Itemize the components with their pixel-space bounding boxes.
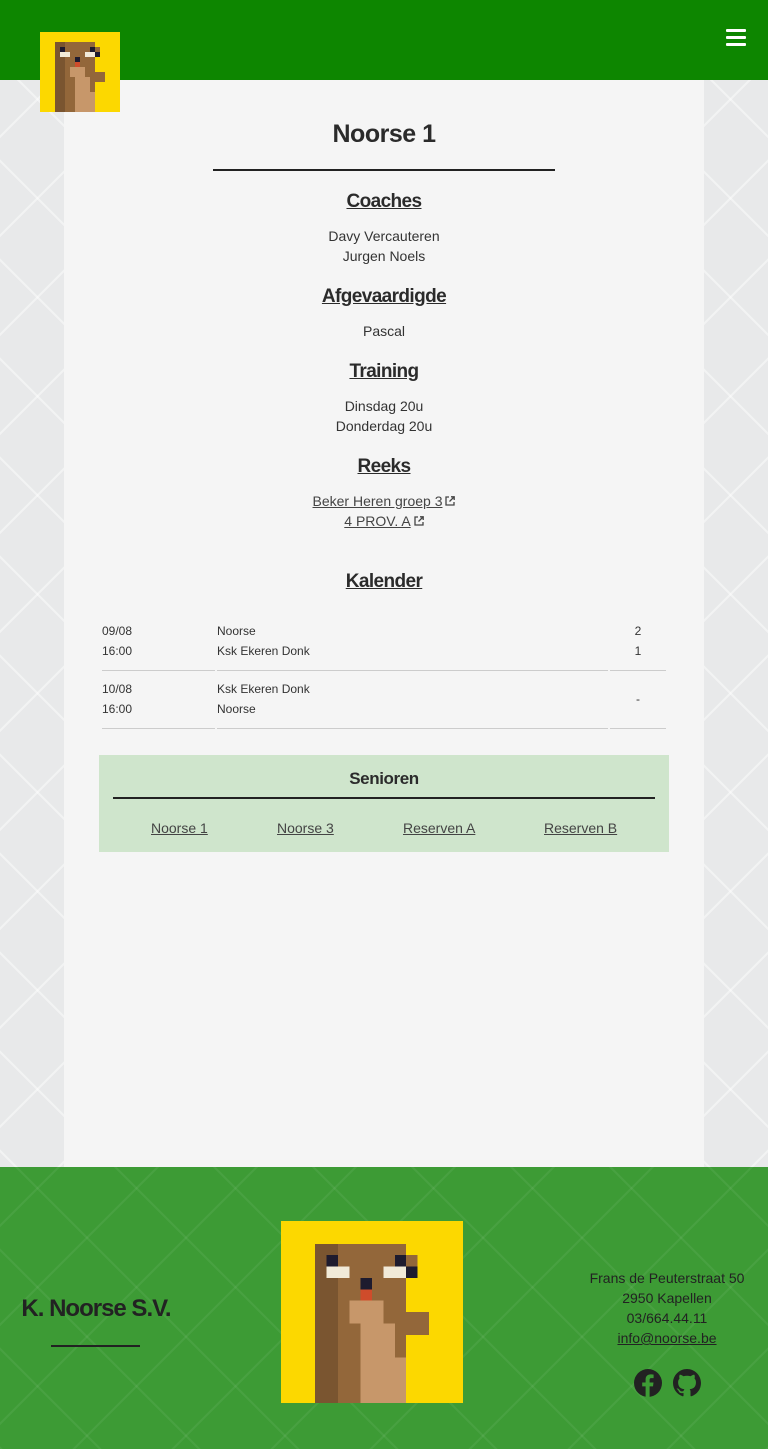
reeks-list: Beker Heren groep 3 4 PROV. A <box>64 491 704 531</box>
home-team: Noorse <box>217 624 256 638</box>
match-datetime: 10/08 16:00 <box>102 671 215 729</box>
facebook-icon[interactable] <box>634 1369 662 1397</box>
title-divider <box>213 169 555 171</box>
training-slot: Dinsdag 20u <box>344 398 424 414</box>
match-teams: Noorse Ksk Ekeren Donk <box>217 613 608 671</box>
match-score: - <box>610 671 666 729</box>
reeks-link-label: 4 PROV. A <box>344 513 411 529</box>
team-link-reserven-b[interactable]: Reserven B <box>544 820 617 836</box>
reeks-heading: Reeks <box>357 456 412 477</box>
match-date: 09/08 <box>102 624 133 638</box>
match-date: 10/08 <box>102 682 133 696</box>
footer-divider <box>51 1345 140 1347</box>
team-link-noorse-1[interactable]: Noorse 1 <box>151 820 208 836</box>
training-heading: Training <box>349 361 419 382</box>
coaches-heading: Coaches <box>346 191 422 212</box>
team-link-reserven-a[interactable]: Reserven A <box>403 820 475 836</box>
github-icon[interactable] <box>673 1369 701 1397</box>
hamburger-menu-icon[interactable] <box>726 29 746 47</box>
senioren-title: Senioren <box>349 769 419 788</box>
address-phone: 03/664.44.11 <box>626 1310 708 1326</box>
kalender-table: 09/08 16:00 Noorse Ksk Ekeren Donk 2 1 1… <box>100 613 668 729</box>
away-score: 1 <box>634 644 642 658</box>
coach-name: Jurgen Noels <box>342 248 426 264</box>
kalender-heading: Kalender <box>345 571 423 592</box>
address-street: Frans de Peuterstraat 50 <box>589 1270 745 1286</box>
afgevaardigde-heading: Afgevaardigde <box>321 286 447 307</box>
social-links <box>634 1369 714 1397</box>
match-teams: Ksk Ekeren Donk Noorse <box>217 671 608 729</box>
external-link-icon <box>414 516 424 526</box>
coach-name: Davy Vercauteren <box>328 228 440 244</box>
reeks-link-prov[interactable]: 4 PROV. A <box>344 513 424 529</box>
club-logo[interactable] <box>40 32 120 112</box>
footer: K. Noorse S.V. Frans de Peuterstraat 50 … <box>0 1167 768 1449</box>
team-content: Noorse 1 Coaches Davy Vercauteren Jurgen… <box>64 80 704 1167</box>
footer-club-name: K. Noorse S.V. <box>21 1295 171 1322</box>
home-score: 2 <box>634 624 642 638</box>
match-datetime: 09/08 16:00 <box>102 613 215 671</box>
email-link[interactable]: info@noorse.be <box>617 1330 716 1346</box>
page-title: Noorse 1 <box>332 120 436 148</box>
training-slot: Donderdag 20u <box>335 418 433 434</box>
reeks-link-label: Beker Heren groep 3 <box>312 493 443 509</box>
table-row[interactable]: 09/08 16:00 Noorse Ksk Ekeren Donk 2 1 <box>102 613 666 671</box>
afgevaardigde-name: Pascal <box>362 323 406 339</box>
match-time: 16:00 <box>102 702 133 716</box>
match-time: 16:00 <box>102 644 133 658</box>
home-team: Ksk Ekeren Donk <box>217 682 310 696</box>
afgevaardigde-list: Pascal <box>64 321 704 341</box>
senioren-divider <box>113 797 655 799</box>
score-pending: - <box>636 692 640 706</box>
senioren-panel: Senioren Noorse 1 Noorse 3 Reserven A Re… <box>99 755 669 852</box>
away-team: Noorse <box>217 702 256 716</box>
team-link-noorse-3[interactable]: Noorse 3 <box>277 820 334 836</box>
coaches-list: Davy Vercauteren Jurgen Noels <box>64 226 704 266</box>
training-list: Dinsdag 20u Donderdag 20u <box>64 396 704 436</box>
reeks-link-beker[interactable]: Beker Heren groep 3 <box>313 493 456 509</box>
footer-club-logo <box>281 1221 463 1403</box>
match-score: 2 1 <box>610 613 666 671</box>
address-city: 2950 Kapellen <box>622 1290 712 1306</box>
table-row[interactable]: 10/08 16:00 Ksk Ekeren Donk Noorse - <box>102 671 666 729</box>
external-link-icon <box>445 496 456 506</box>
footer-address: Frans de Peuterstraat 50 2950 Kapellen 0… <box>572 1268 762 1348</box>
away-team: Ksk Ekeren Donk <box>217 644 310 658</box>
